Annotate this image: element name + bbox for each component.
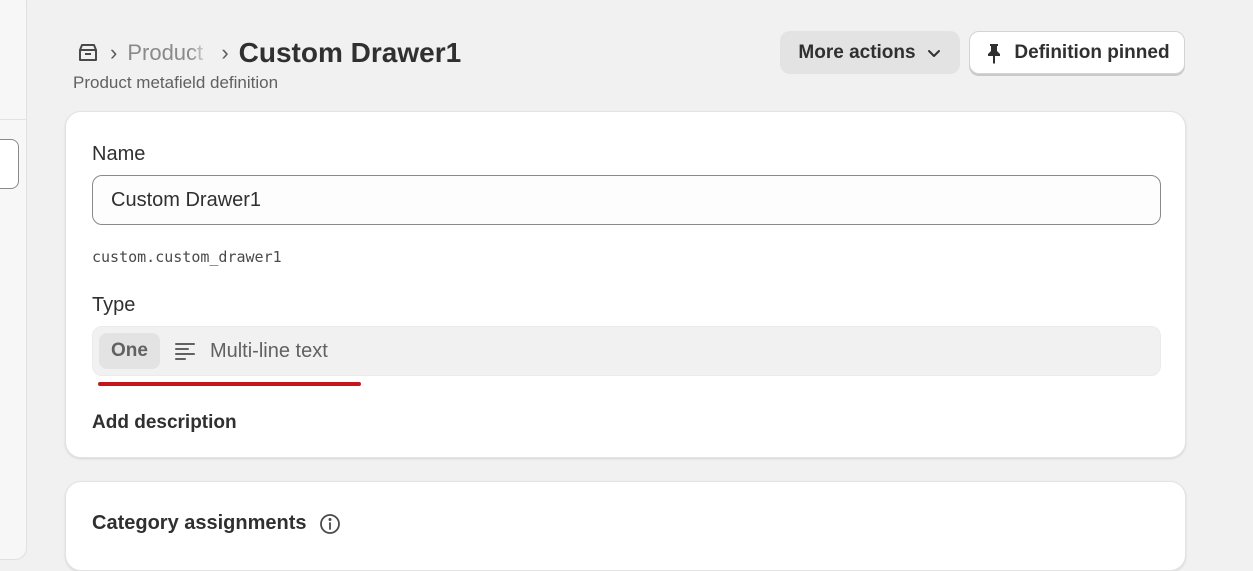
more-actions-button[interactable]: More actions: [780, 31, 960, 74]
left-side-panel: [0, 0, 27, 560]
info-icon[interactable]: [319, 513, 341, 535]
more-actions-label: More actions: [798, 41, 916, 63]
breadcrumb-separator: ›: [110, 40, 118, 65]
category-assignments-title: Category assignments: [92, 512, 307, 534]
left-panel-input[interactable]: [0, 139, 19, 189]
type-value: Multi-line text: [209, 339, 328, 362]
pin-icon: [984, 42, 1004, 64]
page-title: Custom Drawer1: [238, 37, 462, 68]
breadcrumb-product-link[interactable]: Product: [127, 40, 211, 66]
type-field: One Multi-line text: [92, 326, 1161, 376]
highlight-underline: [98, 382, 361, 386]
type-label: Type: [92, 294, 136, 316]
definition-pinned-button[interactable]: Definition pinned: [969, 31, 1185, 74]
category-assignments-card: Category assignments: [65, 481, 1186, 571]
product-box-icon[interactable]: [76, 41, 100, 65]
name-label: Name: [92, 143, 146, 165]
page-subtitle: Product metafield definition: [73, 73, 279, 92]
multiline-text-icon: [174, 340, 196, 362]
definition-pinned-label: Definition pinned: [1014, 41, 1170, 63]
breadcrumb: › Product › Custom Drawer1: [76, 36, 461, 70]
add-description-link[interactable]: Add description: [92, 412, 237, 434]
category-assignments-heading: Category assignments: [92, 512, 341, 535]
chevron-down-icon: [926, 45, 942, 61]
left-panel-divider: [0, 119, 26, 120]
name-input[interactable]: [92, 175, 1161, 225]
type-list-badge: One: [99, 333, 160, 369]
namespace-key: custom.custom_drawer1: [92, 248, 282, 266]
definition-card: Name custom.custom_drawer1 Type One Mult…: [65, 111, 1186, 458]
breadcrumb-separator: ›: [221, 40, 229, 65]
